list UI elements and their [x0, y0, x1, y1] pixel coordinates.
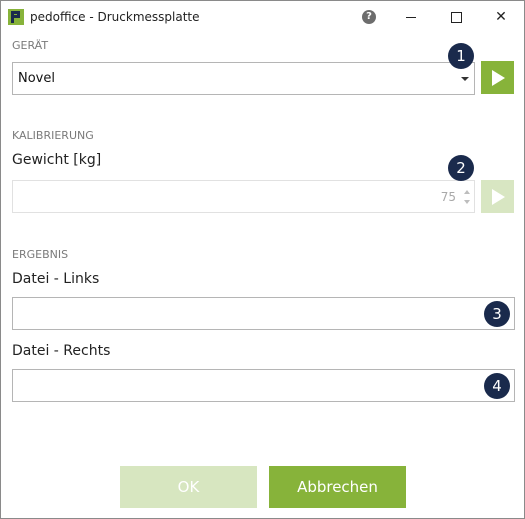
maximize-button[interactable]: [433, 1, 479, 33]
weight-value: 75: [440, 190, 456, 204]
app-logo-icon: [8, 9, 24, 25]
weight-stepper[interactable]: 75: [12, 180, 475, 213]
result-section-label: ERGEBNIS: [12, 248, 69, 261]
weight-label: Gewicht [kg]: [12, 152, 102, 168]
step-badge-4: 4: [484, 373, 510, 399]
device-select-value: Novel: [18, 71, 55, 86]
minimize-button[interactable]: [388, 1, 434, 33]
step-badge-2: 2: [448, 155, 474, 181]
file-right-label: Datei - Rechts: [12, 343, 111, 359]
maximize-icon: [451, 12, 462, 23]
device-section-label: GERÄT: [12, 39, 49, 52]
window-title: pedoffice - Druckmessplatte: [30, 10, 200, 24]
close-icon: ✕: [495, 9, 507, 25]
file-left-label: Datei - Links: [12, 271, 100, 287]
device-select[interactable]: Novel: [12, 62, 475, 95]
minimize-icon: [406, 17, 416, 18]
step-badge-1: 1: [448, 43, 474, 69]
device-play-button[interactable]: [481, 61, 514, 94]
calibration-play-button[interactable]: [481, 180, 514, 213]
spin-up-icon[interactable]: [464, 190, 470, 194]
file-left-input[interactable]: [12, 297, 515, 330]
title-bar: pedoffice - Druckmessplatte ? ✕: [1, 1, 524, 33]
play-icon: [492, 70, 505, 86]
file-right-input[interactable]: [12, 369, 515, 402]
calibration-section-label: KALIBRIERUNG: [12, 129, 94, 142]
close-button[interactable]: ✕: [478, 1, 524, 33]
chevron-down-icon: [461, 77, 469, 81]
help-icon[interactable]: ?: [362, 10, 376, 24]
cancel-button[interactable]: Abbrechen: [269, 466, 406, 508]
dialog-window: pedoffice - Druckmessplatte ? ✕ GERÄT No…: [0, 0, 525, 519]
step-badge-3: 3: [484, 301, 510, 327]
play-icon: [492, 189, 505, 205]
spin-down-icon[interactable]: [464, 200, 470, 204]
ok-button[interactable]: OK: [120, 466, 257, 508]
